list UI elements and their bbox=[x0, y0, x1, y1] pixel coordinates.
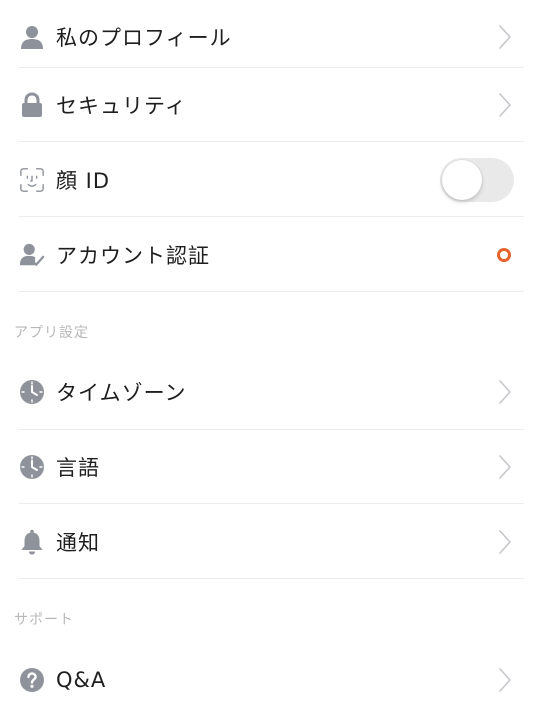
divider bbox=[19, 141, 524, 142]
notifications-row[interactable]: 通知 bbox=[0, 505, 534, 579]
face-id-row: 顔 ID bbox=[0, 143, 534, 217]
divider bbox=[19, 216, 524, 217]
support-header: サポート bbox=[14, 612, 74, 628]
chevron-right-icon bbox=[499, 93, 511, 117]
divider bbox=[19, 578, 524, 579]
person-icon bbox=[19, 24, 45, 50]
status-dot-icon bbox=[497, 248, 511, 262]
divider bbox=[19, 291, 524, 292]
timezone-row[interactable]: タイムゾーン bbox=[0, 355, 534, 429]
lock-icon bbox=[19, 92, 45, 118]
timezone-label: タイムゾーン bbox=[56, 381, 187, 405]
qa-row[interactable]: Q&A bbox=[0, 643, 534, 717]
divider bbox=[19, 503, 524, 504]
person-check-icon bbox=[19, 242, 45, 268]
chevron-right-icon bbox=[499, 380, 511, 404]
question-icon bbox=[19, 667, 45, 693]
app-settings-header: アプリ設定 bbox=[14, 325, 89, 341]
clock-icon bbox=[19, 454, 45, 480]
profile-label: 私のプロフィール bbox=[56, 26, 232, 50]
settings-screen: 私のプロフィール セキュリティ 顔 ID アカウント認証 アプリ設定 タイムゾー… bbox=[0, 0, 534, 718]
verification-row[interactable]: アカウント認証 bbox=[0, 218, 534, 292]
chevron-right-icon bbox=[499, 668, 511, 692]
security-row[interactable]: セキュリティ bbox=[0, 68, 534, 142]
face-id-icon bbox=[19, 167, 45, 193]
chevron-right-icon bbox=[499, 455, 511, 479]
language-row[interactable]: 言語 bbox=[0, 430, 534, 504]
profile-row[interactable]: 私のプロフィール bbox=[0, 0, 534, 74]
clock-icon bbox=[19, 379, 45, 405]
face-id-toggle[interactable] bbox=[440, 158, 514, 202]
bell-icon bbox=[19, 529, 45, 555]
face-id-label: 顔 ID bbox=[56, 169, 111, 193]
toggle-knob bbox=[442, 160, 482, 200]
qa-label: Q&A bbox=[56, 668, 107, 692]
chevron-right-icon bbox=[499, 25, 511, 49]
verification-label: アカウント認証 bbox=[56, 244, 210, 268]
language-label: 言語 bbox=[56, 456, 100, 480]
notifications-label: 通知 bbox=[56, 531, 100, 555]
security-label: セキュリティ bbox=[56, 94, 187, 118]
chevron-right-icon bbox=[499, 530, 511, 554]
